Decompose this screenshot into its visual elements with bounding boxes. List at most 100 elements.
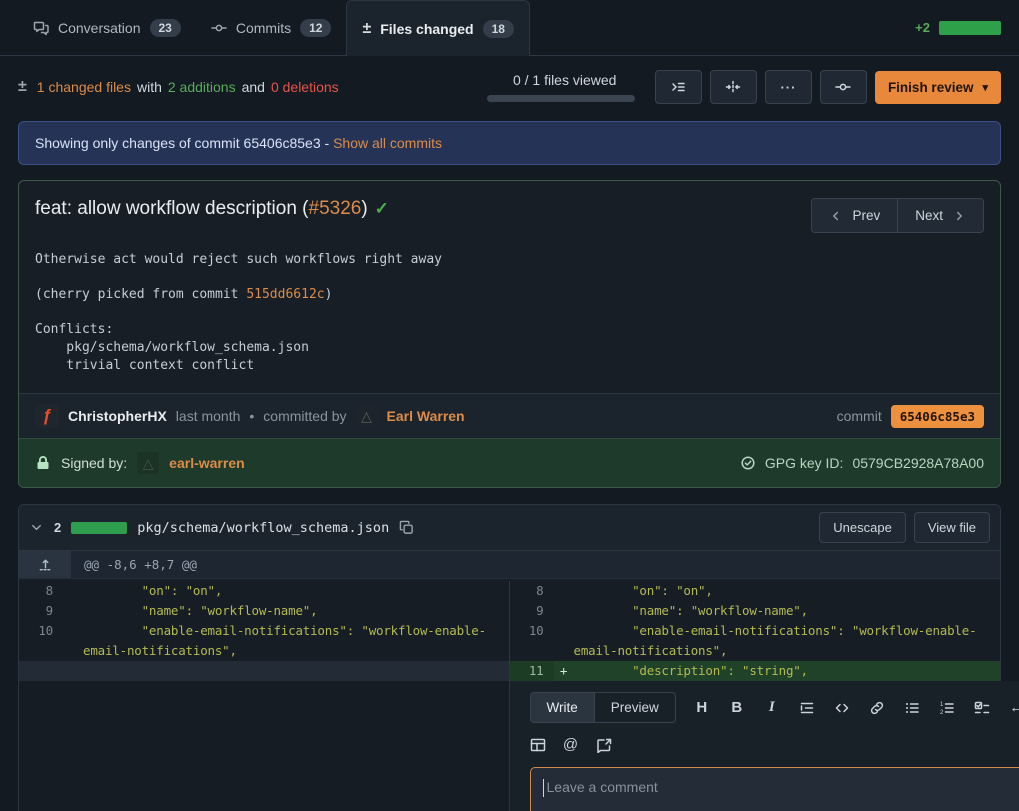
file-additions-bar	[71, 522, 127, 534]
link-icon[interactable]	[869, 700, 885, 716]
line-code: "name": "workflow-name",	[83, 601, 509, 621]
file-tree-icon	[670, 79, 686, 95]
view-file-button[interactable]: View file	[914, 512, 990, 543]
split-view-toggle-button[interactable]	[710, 70, 757, 104]
commit-select-button[interactable]	[820, 70, 867, 104]
commit-label: commit	[837, 408, 882, 424]
diff-placeholder-row	[19, 661, 509, 681]
author-name-link[interactable]: ChristopherHX	[68, 408, 167, 424]
committer-avatar[interactable]: △	[356, 405, 378, 427]
diff-row[interactable]: 10 "enable-email-notifications": "workfl…	[19, 621, 509, 661]
committer-name-link[interactable]: Earl Warren	[387, 408, 465, 424]
ordered-list-icon[interactable]: 12	[939, 700, 955, 716]
files-viewed-progress	[487, 95, 635, 102]
line-marker	[63, 581, 83, 601]
quote-icon[interactable]	[799, 700, 815, 716]
line-number: 11	[510, 661, 554, 681]
line-code: "enable-email-notifications": "workflow-…	[83, 621, 509, 661]
diff-added-row[interactable]: 11 + "description": "string",	[510, 661, 1001, 681]
inline-comment-area: Write Preview H B I	[19, 681, 1000, 811]
italic-icon[interactable]: I	[764, 699, 780, 716]
diff-left-side: 8 "on": "on", 9 "name": "workflow-name",…	[19, 581, 510, 681]
diff-icon: ±	[362, 20, 371, 38]
mention-icon[interactable]: @	[563, 736, 579, 753]
diff-right-side: 8 "on": "on", 9 "name": "workflow-name",…	[510, 581, 1001, 681]
comment-textarea[interactable]: Leave a comment	[530, 767, 1019, 811]
prev-commit-button[interactable]: Prev	[812, 199, 897, 232]
banner-text: Showing only changes of commit 65406c85e…	[35, 135, 329, 151]
finish-review-button[interactable]: Finish review ▾	[875, 71, 1001, 104]
tab-files-changed[interactable]: ± Files changed 18	[346, 0, 530, 56]
comment-area-left-spacer	[19, 681, 510, 811]
diff-row[interactable]: 9 "name": "workflow-name",	[19, 601, 509, 621]
commit-hash-badge[interactable]: 65406c85e3	[891, 405, 984, 428]
tab-commits[interactable]: Commits 12	[196, 0, 347, 55]
addition-marker: +	[554, 661, 574, 681]
signed-by-label: Signed by:	[61, 455, 127, 471]
comment-editor: Write Preview H B I	[510, 681, 1019, 811]
show-all-commits-link[interactable]: Show all commits	[333, 135, 442, 151]
commit-pager: Prev Next	[811, 198, 984, 233]
diff-row[interactable]: 8 "on": "on",	[510, 581, 1001, 601]
commit-title-close: )	[361, 198, 367, 219]
diff-row[interactable]: 9 "name": "workflow-name",	[510, 601, 1001, 621]
files-viewed-label: 0 / 1 files viewed	[487, 72, 635, 88]
pr-tab-bar: Conversation 23 Commits 12 ± Files chang…	[0, 0, 1019, 56]
tab-conversation-label: Conversation	[58, 20, 141, 36]
editor-toolbar-row: Write Preview H B I	[530, 692, 1019, 723]
hunk-header-text: @@ -8,6 +8,7 @@	[71, 551, 210, 578]
table-icon[interactable]	[530, 737, 546, 753]
signer-name-link[interactable]: earl-warren	[169, 455, 244, 471]
committed-by-text: committed by	[263, 408, 346, 424]
line-marker	[554, 581, 574, 601]
heading-icon[interactable]: H	[694, 699, 710, 716]
task-list-icon[interactable]	[974, 700, 990, 716]
line-code: "enable-email-notifications": "workflow-…	[574, 621, 1001, 661]
commit-header: feat: allow workflow description (#5326)…	[19, 181, 1000, 241]
tab-write[interactable]: Write	[531, 693, 594, 722]
collapse-file-icon[interactable]	[29, 520, 44, 535]
lock-icon	[35, 455, 51, 471]
diff-row[interactable]: 10 "enable-email-notifications": "workfl…	[510, 621, 1001, 661]
line-code: "name": "workflow-name",	[574, 601, 1001, 621]
copy-path-icon[interactable]	[399, 520, 414, 535]
commit-filter-banner: Showing only changes of commit 65406c85e…	[18, 121, 1001, 165]
cherry-pick-hash-link[interactable]: 515dd6612c	[246, 287, 324, 302]
unindent-icon[interactable]: ←	[1009, 699, 1019, 716]
expand-hunk-button[interactable]	[19, 551, 71, 578]
line-number: 8	[19, 581, 63, 601]
changed-files-link[interactable]: 1 changed files	[37, 79, 131, 95]
next-commit-button[interactable]: Next	[897, 199, 983, 232]
signer-avatar[interactable]: △	[137, 452, 159, 474]
unescape-button[interactable]: Unescape	[819, 512, 906, 543]
diff-row[interactable]: 8 "on": "on",	[19, 581, 509, 601]
author-avatar[interactable]: ƒ	[35, 404, 59, 428]
line-marker	[554, 621, 574, 661]
tab-conversation[interactable]: Conversation 23	[18, 0, 196, 55]
reference-icon[interactable]	[596, 737, 612, 753]
line-number: 8	[510, 581, 554, 601]
commit-box: feat: allow workflow description (#5326)…	[18, 180, 1001, 488]
issue-link[interactable]: #5326	[309, 198, 362, 219]
commit-title-text: feat: allow workflow description (	[35, 198, 309, 219]
unfold-icon	[38, 557, 53, 572]
chevron-down-icon: ▾	[982, 81, 988, 94]
commit-meta-row: ƒ ChristopherHX last month • committed b…	[19, 393, 1000, 438]
diff-summary-text: ± 1 changed files with 2 additions and 0…	[18, 78, 339, 96]
commit-title: feat: allow workflow description (#5326)…	[35, 198, 389, 220]
commit-icon	[211, 20, 227, 36]
bold-icon[interactable]: B	[729, 699, 745, 716]
unordered-list-icon[interactable]	[904, 700, 920, 716]
next-label: Next	[915, 208, 943, 223]
file-header: 2 pkg/schema/workflow_schema.json Unesca…	[19, 505, 1000, 551]
summary-with-text: with	[137, 79, 162, 95]
diff-options-button[interactable]: ···	[765, 70, 812, 104]
code-icon[interactable]	[834, 700, 850, 716]
prev-label: Prev	[852, 208, 880, 223]
split-view-icon	[725, 79, 741, 95]
chevron-right-icon	[952, 209, 966, 223]
cherry-pre-text: (cherry picked from commit	[35, 287, 246, 302]
file-path: pkg/schema/workflow_schema.json	[137, 520, 389, 536]
tab-preview[interactable]: Preview	[594, 693, 675, 722]
file-tree-toggle-button[interactable]	[655, 70, 702, 104]
